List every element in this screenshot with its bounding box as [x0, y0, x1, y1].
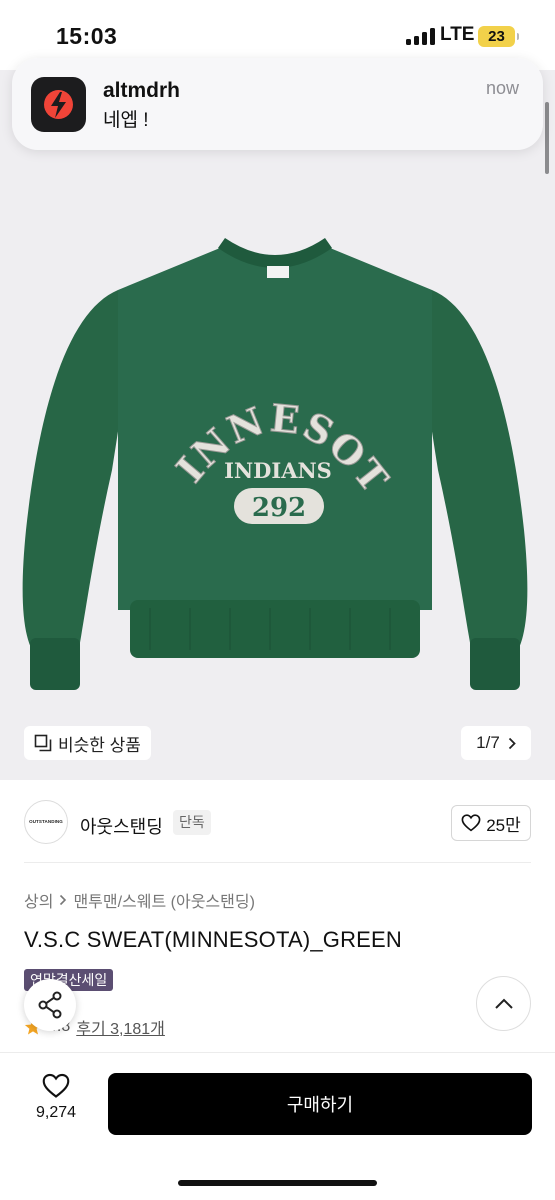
buy-button[interactable]: 구매하기 — [108, 1073, 532, 1135]
review-count-link[interactable]: 후기 3,181개 — [76, 1015, 165, 1039]
bottom-action-bar: 9,274 구매하기 — [0, 1052, 555, 1200]
notification-app-name: altmdrh — [103, 79, 181, 102]
scroll-indicator — [545, 102, 549, 174]
exclusive-badge: 단독 — [173, 810, 211, 835]
brand-name[interactable]: 아웃스탠딩 — [80, 813, 163, 839]
network-type: LTE — [440, 24, 475, 45]
share-icon — [38, 991, 62, 1019]
chevron-up-icon — [494, 998, 513, 1009]
cellular-signal-icon — [406, 28, 436, 45]
chevron-right-icon — [508, 737, 516, 749]
brand-logo[interactable]: OUTSTANDING — [24, 800, 68, 844]
brand-like-button[interactable]: 25만 — [451, 805, 531, 841]
heart-icon — [42, 1073, 70, 1098]
product-image[interactable]: MINNESOTA INDIANS 292 — [0, 70, 555, 780]
divider — [24, 862, 531, 863]
status-time: 15:03 — [56, 23, 118, 49]
lightning-icon — [51, 92, 66, 118]
print-number: 292 — [252, 493, 306, 523]
breadcrumb: 상의 맨투맨/스웨트 (아웃스탠딩) — [24, 888, 255, 912]
sweatshirt-image: MINNESOTA INDIANS 292 — [20, 230, 528, 690]
chevron-right-icon — [60, 894, 67, 906]
product-title: V.S.C SWEAT(MINNESOTA)_GREEN — [24, 927, 403, 952]
breadcrumb-category[interactable]: 상의 — [24, 888, 53, 912]
breadcrumb-subcategory[interactable]: 맨투맨/스웨트 (아웃스탠딩) — [73, 888, 254, 912]
page-count: 1/7 — [476, 733, 500, 752]
home-indicator[interactable] — [178, 1180, 377, 1186]
app-icon — [31, 77, 86, 132]
similar-products-button[interactable]: 비슷한 상품 — [24, 726, 151, 760]
brand-row: OUTSTANDING 아웃스탠딩 단독 25만 — [0, 780, 555, 865]
battery-icon: 23 — [478, 26, 519, 47]
wishlist-button[interactable]: 9,274 — [24, 1073, 88, 1139]
push-notification[interactable]: altmdrh 네엡 ! now — [12, 58, 543, 150]
print-sub-text: INDIANS — [224, 458, 332, 483]
wishlist-count: 9,274 — [35, 1104, 77, 1121]
similar-products-label: 비슷한 상품 — [58, 735, 141, 755]
image-page-indicator[interactable]: 1/7 — [461, 726, 531, 760]
scroll-to-top-button[interactable] — [476, 976, 531, 1031]
heart-icon — [461, 814, 481, 832]
brand-like-count: 25만 — [486, 815, 521, 835]
notification-message: 네엡 ! — [103, 110, 149, 131]
notification-time: now — [485, 78, 519, 98]
share-button[interactable] — [24, 979, 76, 1031]
copy-icon — [34, 734, 52, 752]
